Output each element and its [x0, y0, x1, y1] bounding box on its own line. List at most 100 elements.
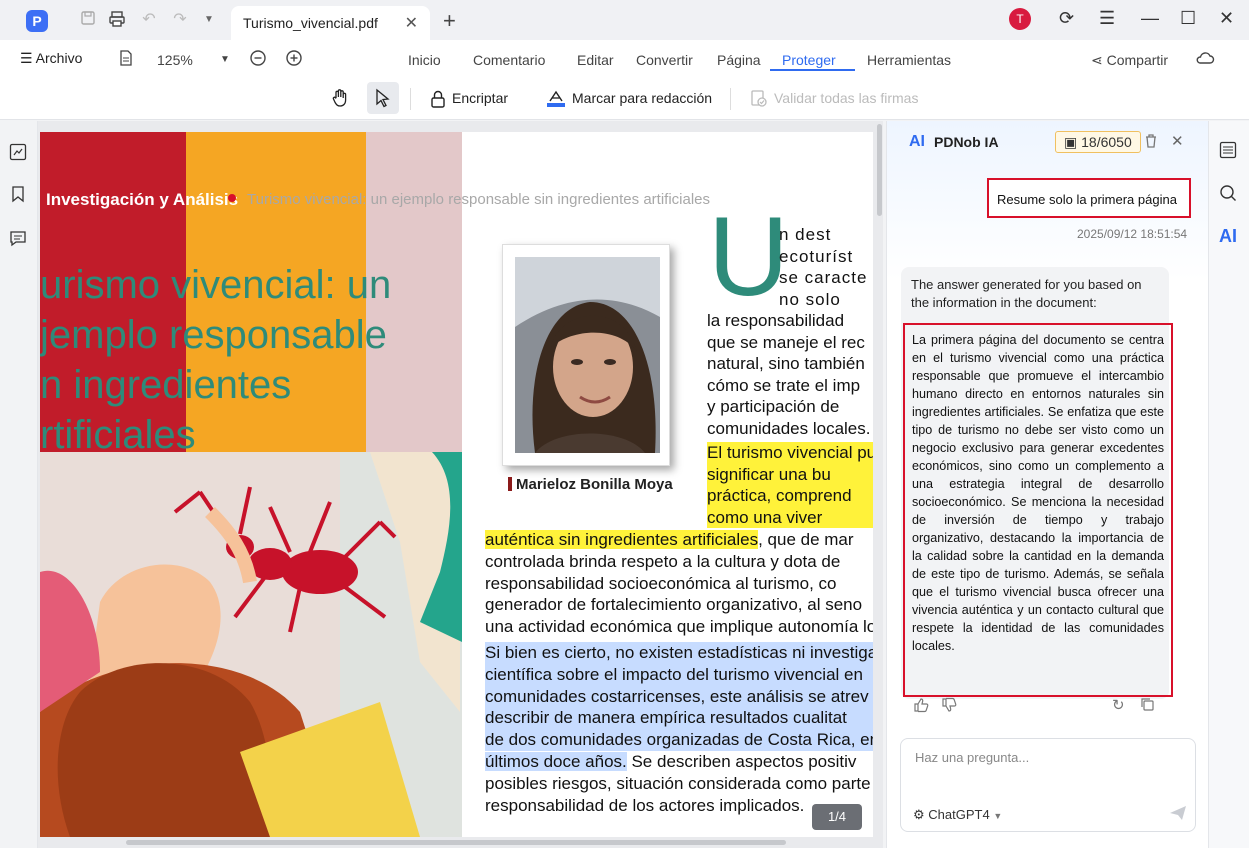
thumbnails-icon[interactable]	[9, 143, 29, 163]
minimize-icon[interactable]: —	[1141, 8, 1159, 29]
blue-highlight-line[interactable]: Si bien es cierto, no existen estadístic…	[485, 641, 873, 664]
zoom-in-icon[interactable]	[285, 49, 303, 70]
ai-assistant-panel: AI PDNob IA ▣ 18/6050 ✕ Resume solo la p…	[886, 121, 1209, 848]
search-icon[interactable]	[1219, 184, 1239, 204]
page-view-icon[interactable]	[119, 50, 133, 69]
yellow-highlight-block[interactable]: El turismo vivencial pu significar una b…	[707, 442, 873, 529]
avatar[interactable]: T	[1009, 8, 1031, 30]
file-menu-button[interactable]: ☰ Archivo	[20, 50, 82, 67]
tab-close-icon[interactable]: ✕	[405, 13, 418, 33]
active-tab-indicator	[770, 69, 855, 71]
drop-cap: U	[708, 194, 789, 319]
ai-panel-title: PDNob IA	[934, 134, 999, 150]
menu-bar: ☰ Archivo 125% ▼ Inicio Comentario Edita…	[0, 40, 1249, 80]
maximize-icon[interactable]: ☐	[1180, 8, 1196, 29]
text-line: como una viver	[707, 507, 823, 527]
blue-highlight-line[interactable]: científica sobre el impacto del turismo …	[485, 663, 873, 686]
tab-inicio[interactable]: Inicio	[408, 52, 441, 68]
caption-marker	[508, 477, 512, 491]
tab-pagina[interactable]: Página	[717, 52, 761, 68]
close-panel-icon[interactable]: ✕	[1171, 132, 1184, 150]
hamburger-menu-icon[interactable]: ☰	[1099, 8, 1115, 29]
toolbar-divider	[410, 88, 411, 110]
text-line: generador de fortalecimiento organizativ…	[485, 595, 863, 615]
blue-highlight-line[interactable]: comunidades costarricenses, este análisi…	[485, 685, 873, 708]
save-icon[interactable]	[78, 10, 98, 30]
copy-icon[interactable]	[1140, 697, 1155, 717]
validate-signatures-button[interactable]: Validar todas las firmas	[750, 90, 918, 108]
title-bar: P ↶ ↷ ▼ Turismo_vivencial.pdf ✕ + T ⟳ ☰ …	[0, 0, 1249, 40]
model-dropdown-icon: ▼	[993, 811, 1003, 821]
undo-icon[interactable]: ↶	[139, 10, 159, 30]
send-icon[interactable]	[1169, 805, 1187, 826]
zoom-out-icon[interactable]	[249, 49, 267, 70]
file-menu-label: Archivo	[35, 50, 83, 66]
vertical-scrollbar[interactable]	[877, 124, 882, 216]
thumbs-down-icon[interactable]	[941, 697, 957, 718]
tab-convertir[interactable]: Convertir	[636, 52, 693, 68]
section-header: Investigación y Análisis	[46, 190, 239, 209]
credits-icon: ▣	[1064, 134, 1078, 150]
ai-assistant-icon[interactable]: AI	[1219, 226, 1239, 246]
question-input-placeholder[interactable]: Haz una pregunta...	[915, 750, 1029, 765]
hand-tool-icon[interactable]	[330, 88, 356, 108]
text-line: práctica, comprend	[707, 486, 852, 506]
encrypt-button[interactable]: Encriptar	[430, 90, 508, 108]
dropdown-icon[interactable]: ▼	[199, 10, 219, 30]
text-span: , que de mar	[758, 530, 854, 549]
text-span: Se describen aspectos positiv	[626, 751, 857, 771]
text-line: no solo	[779, 289, 841, 309]
regenerate-icon[interactable]: ↻	[1112, 696, 1125, 714]
blue-highlight[interactable]: últimos doce años.	[485, 751, 627, 771]
tab-comentario[interactable]: Comentario	[473, 52, 545, 68]
properties-icon[interactable]	[1219, 141, 1239, 161]
text-line: n dest	[779, 225, 832, 244]
blue-highlight-line[interactable]: describir de manera empírica resultados …	[485, 707, 873, 730]
redo-icon[interactable]: ↷	[170, 10, 190, 30]
document-tab[interactable]: Turismo_vivencial.pdf ✕	[231, 6, 430, 40]
dropcap-text-block: n dest ecoturíst se caracte no solo	[779, 224, 873, 310]
model-selector[interactable]: ⚙ ChatGPT4 ▼	[913, 807, 1002, 823]
text-line: natural, sino también	[707, 354, 865, 374]
header-bullet	[228, 194, 236, 202]
redact-button[interactable]: Marcar para redacción	[546, 90, 712, 108]
yellow-highlight[interactable]: auténtica sin ingredientes artificiales	[485, 530, 759, 549]
sync-icon[interactable]: ⟳	[1059, 8, 1074, 29]
text-line: comunidades locales.	[707, 418, 871, 438]
clear-chat-icon[interactable]	[1144, 133, 1158, 152]
close-window-icon[interactable]: ✕	[1219, 8, 1234, 29]
pdf-page[interactable]: Investigación y Análisis Turismo vivenci…	[40, 132, 873, 837]
cloud-icon[interactable]	[1195, 50, 1215, 69]
share-button[interactable]: ⋖ Compartir	[1091, 52, 1168, 69]
main-text-block: auténtica sin ingredientes artificiales,…	[485, 529, 873, 816]
print-icon[interactable]	[107, 10, 127, 30]
text-line: la responsabilidad	[707, 311, 845, 330]
tab-proteger[interactable]: Proteger	[782, 52, 836, 68]
user-message-box: Resume solo la primera página	[987, 178, 1191, 218]
tab-editar[interactable]: Editar	[577, 52, 614, 68]
thumbs-up-icon[interactable]	[913, 697, 929, 718]
text-line: posibles riesgos, situación considerada …	[485, 773, 873, 793]
new-tab-icon[interactable]: +	[443, 8, 456, 34]
text-line: responsabilidad socioeconómica al turism…	[485, 573, 837, 593]
bookmark-icon[interactable]	[9, 185, 29, 205]
zoom-level[interactable]: 125%	[157, 52, 193, 68]
photo-caption: Marieloz Bonilla Moya	[516, 476, 673, 493]
tab-herramientas[interactable]: Herramientas	[867, 52, 951, 68]
zoom-dropdown-icon[interactable]: ▼	[220, 54, 230, 65]
text-line: controlada brinda respeto a la cultura y…	[485, 551, 841, 571]
model-name: ChatGPT4	[928, 807, 990, 822]
portrait-frame	[502, 244, 670, 466]
app-logo-icon[interactable]: P	[26, 10, 48, 32]
lock-icon	[431, 91, 445, 108]
select-tool-icon[interactable]	[374, 88, 398, 108]
horizontal-scrollbar[interactable]	[126, 840, 786, 845]
credits-badge: ▣ 18/6050	[1055, 131, 1141, 153]
tab-title: Turismo_vivencial.pdf	[243, 15, 378, 31]
blue-highlight-line[interactable]: de dos comunidades organizadas de Costa …	[485, 729, 873, 751]
answer-intro-bubble: The answer generated for you based on th…	[901, 267, 1169, 319]
comments-icon[interactable]	[9, 229, 29, 249]
document-viewer[interactable]: Investigación y Análisis Turismo vivenci…	[38, 121, 883, 848]
answer-text: La primera página del documento se centr…	[912, 333, 1164, 653]
question-input-box[interactable]: Haz una pregunta... ⚙ ChatGPT4 ▼	[900, 738, 1196, 832]
